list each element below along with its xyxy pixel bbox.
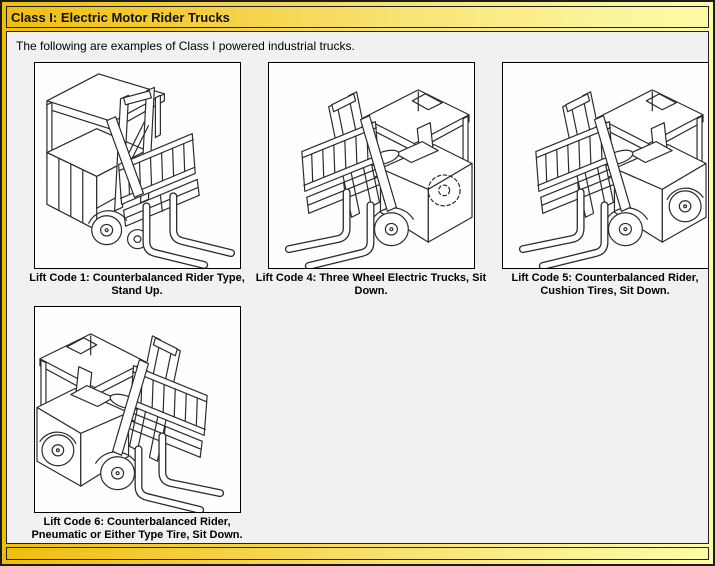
figure-lift-code-5: Lift Code 5: Counterbalanced Rider, Cush… — [488, 62, 709, 298]
figure-lift-code-1: Lift Code 1: Counterbalanced Rider Type,… — [20, 62, 254, 298]
figure-lift-code-4: Lift Code 4: Three Wheel Electric Trucks… — [254, 62, 488, 298]
three-wheel-electric-forklift-illustration — [269, 63, 474, 268]
standup-counterbalanced-forklift-illustration — [35, 63, 240, 268]
content-panel: The following are examples of Class I po… — [6, 31, 709, 544]
forklift-image-lift-code-1 — [34, 62, 241, 269]
figure-row-2: Lift Code 6: Counterbalanced Rider, Pneu… — [20, 306, 702, 542]
figure-caption-lift-code-6: Lift Code 6: Counterbalanced Rider, Pneu… — [20, 516, 254, 542]
section-title: Class I: Electric Motor Rider Trucks — [11, 10, 230, 25]
figure-caption-lift-code-4: Lift Code 4: Three Wheel Electric Trucks… — [254, 272, 488, 298]
page-frame: Class I: Electric Motor Rider Trucks The… — [0, 0, 715, 566]
intro-text: The following are examples of Class I po… — [16, 39, 702, 53]
figure-row-1: Lift Code 1: Counterbalanced Rider Type,… — [20, 62, 702, 298]
figure-caption-lift-code-1: Lift Code 1: Counterbalanced Rider Type,… — [20, 272, 254, 298]
forklift-image-lift-code-5 — [502, 62, 709, 269]
pneumatic-tire-forklift-illustration — [35, 307, 240, 512]
forklift-image-lift-code-6 — [34, 306, 241, 513]
cushion-tire-forklift-illustration — [503, 63, 708, 268]
forklift-image-lift-code-4 — [268, 62, 475, 269]
footer-bar — [6, 547, 709, 560]
figure-lift-code-6: Lift Code 6: Counterbalanced Rider, Pneu… — [20, 306, 254, 542]
section-header: Class I: Electric Motor Rider Trucks — [6, 6, 709, 28]
figure-caption-lift-code-5: Lift Code 5: Counterbalanced Rider, Cush… — [488, 272, 709, 298]
